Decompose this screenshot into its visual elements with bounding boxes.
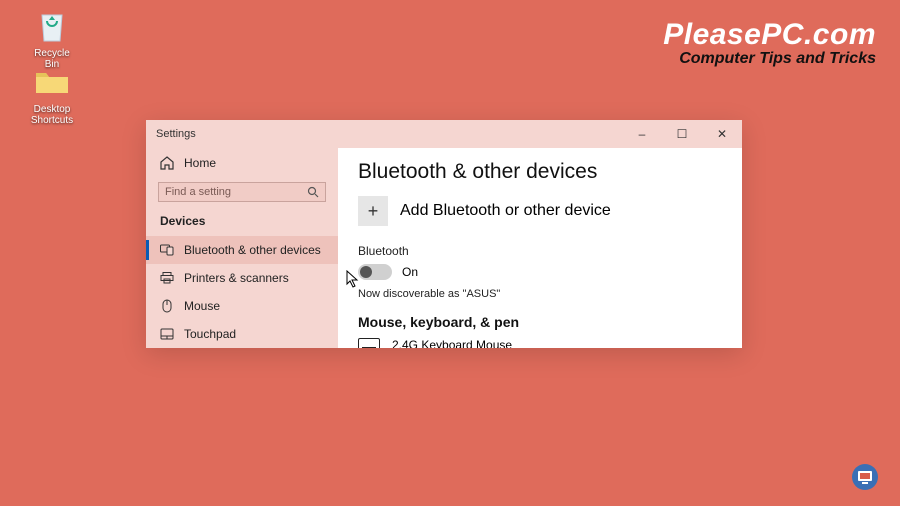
window-title: Settings <box>146 128 622 140</box>
bluetooth-toggle-state: On <box>402 265 418 279</box>
maximize-button[interactable]: ☐ <box>662 120 702 148</box>
search-box[interactable] <box>158 182 326 202</box>
sidebar-item-label: Bluetooth & other devices <box>184 243 321 257</box>
watermark-title: PleasePC.com <box>663 18 876 52</box>
page-title: Bluetooth & other devices <box>358 160 722 184</box>
device-row[interactable]: 2.4G Keyboard Mouse <box>358 338 722 348</box>
close-button[interactable]: ✕ <box>702 120 742 148</box>
sidebar: Home Devices Bluetooth & other devices <box>146 148 338 348</box>
search-input[interactable] <box>165 186 307 198</box>
add-device-label: Add Bluetooth or other device <box>400 202 611 220</box>
sidebar-category: Devices <box>146 212 338 236</box>
folder-icon <box>32 62 72 102</box>
device-name: 2.4G Keyboard Mouse <box>392 338 512 348</box>
printer-icon <box>160 271 174 285</box>
sidebar-item-printers[interactable]: Printers & scanners <box>146 264 338 292</box>
cursor-icon <box>346 270 360 288</box>
nav-home-label: Home <box>184 156 216 170</box>
search-icon <box>307 185 319 199</box>
sidebar-item-label: Printers & scanners <box>184 271 289 285</box>
discoverable-text: Now discoverable as "ASUS" <box>358 288 722 300</box>
section-heading: Mouse, keyboard, & pen <box>358 314 722 330</box>
recycle-bin-icon <box>32 6 72 46</box>
desktop-icon-shortcuts[interactable]: Desktop Shortcuts <box>26 62 78 126</box>
devices-icon <box>160 243 174 257</box>
keyboard-icon <box>358 338 380 348</box>
nav-home[interactable]: Home <box>146 148 338 178</box>
main-panel: Bluetooth & other devices + Add Bluetoot… <box>338 148 742 348</box>
toggle-knob <box>360 266 372 278</box>
desktop-icon-label: Desktop Shortcuts <box>26 104 78 126</box>
tray-icon[interactable] <box>852 464 878 490</box>
desktop-icon-recycle-bin[interactable]: Recycle Bin <box>26 6 78 70</box>
plus-icon: + <box>358 196 388 226</box>
sidebar-item-touchpad[interactable]: Touchpad <box>146 320 338 348</box>
home-icon <box>160 156 174 170</box>
sidebar-item-mouse[interactable]: Mouse <box>146 292 338 320</box>
minimize-button[interactable]: – <box>622 120 662 148</box>
sidebar-item-label: Mouse <box>184 299 220 313</box>
sidebar-item-label: Touchpad <box>184 327 236 341</box>
add-device-button[interactable]: + Add Bluetooth or other device <box>358 196 722 226</box>
mouse-icon <box>160 299 174 313</box>
bluetooth-toggle[interactable] <box>358 264 392 280</box>
titlebar[interactable]: Settings – ☐ ✕ <box>146 120 742 148</box>
touchpad-icon <box>160 327 174 341</box>
watermark: PleasePC.com Computer Tips and Tricks <box>663 18 876 68</box>
sidebar-item-bluetooth[interactable]: Bluetooth & other devices <box>146 236 338 264</box>
watermark-subtitle: Computer Tips and Tricks <box>663 50 876 68</box>
bluetooth-label: Bluetooth <box>358 244 722 258</box>
settings-window: Settings – ☐ ✕ Home Devices <box>146 120 742 348</box>
